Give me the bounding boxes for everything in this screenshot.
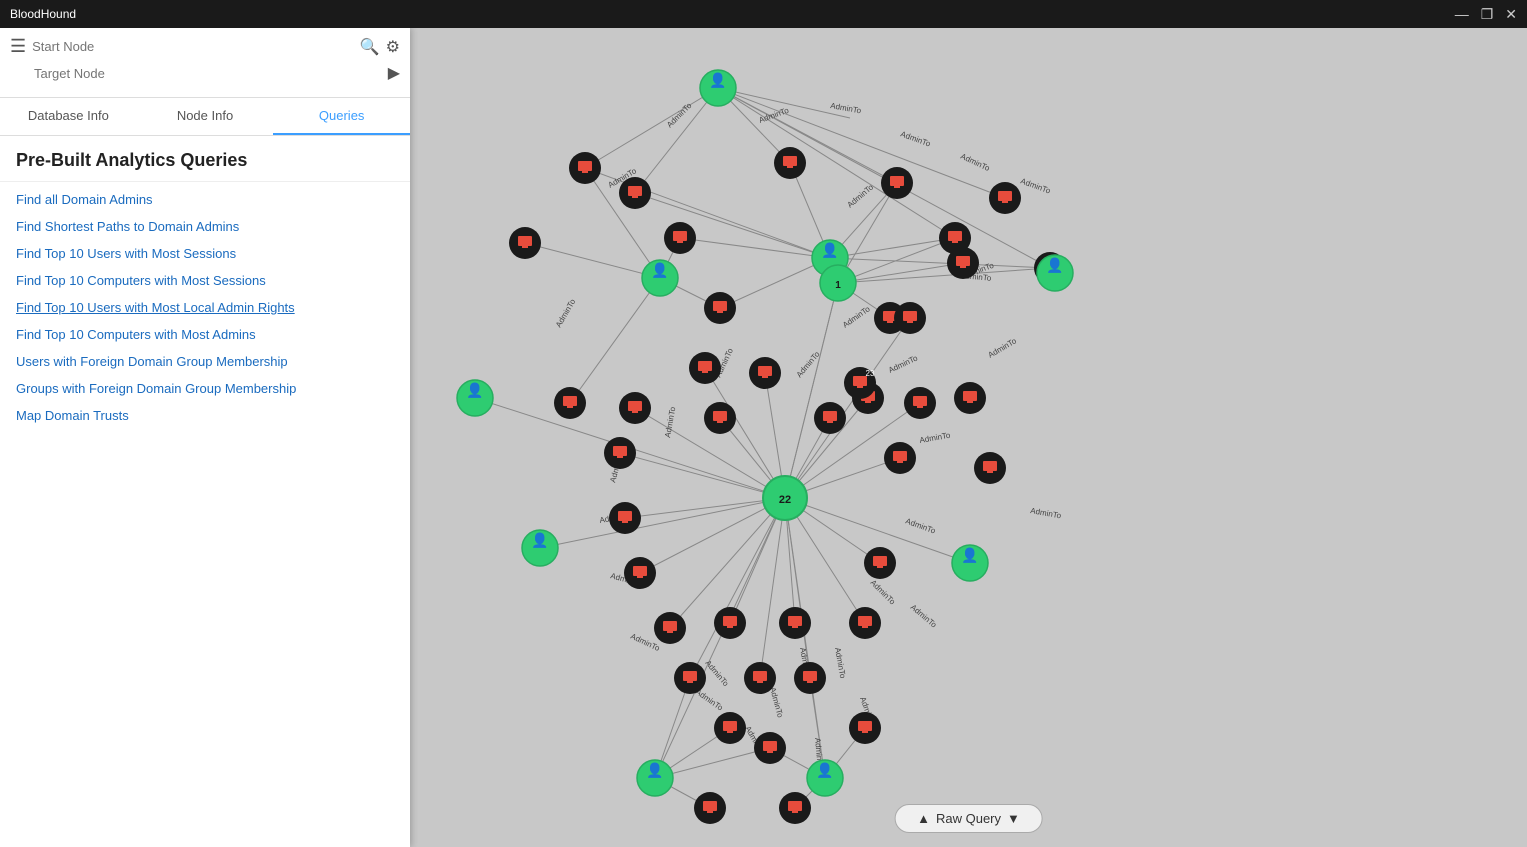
query-item-3[interactable]: Find Top 10 Users with Most Sessions bbox=[0, 240, 410, 267]
target-node-input[interactable] bbox=[34, 66, 382, 81]
query-item-7[interactable]: Users with Foreign Domain Group Membersh… bbox=[0, 348, 410, 375]
graph-area[interactable]: AdminTo AdminTo AdminTo AdminTo AdminTo … bbox=[410, 28, 1527, 847]
computer-node-14 bbox=[554, 387, 586, 419]
computer-node-23 bbox=[904, 387, 936, 419]
computer-node-5 bbox=[881, 167, 913, 199]
titlebar: BloodHound — ❐ ✕ bbox=[0, 0, 1527, 28]
user-node-labeled-22: 22 bbox=[763, 476, 807, 520]
computer-node-2 bbox=[619, 177, 651, 209]
svg-text:👤: 👤 bbox=[1046, 257, 1063, 274]
user-node-labeled-1: 1 bbox=[820, 265, 856, 301]
computer-node-27 bbox=[624, 557, 656, 589]
query-item-5[interactable]: Find Top 10 Users with Most Local Admin … bbox=[0, 294, 410, 321]
svg-text:22: 22 bbox=[779, 494, 791, 506]
left-panel: ☰ 🔍 ⚙ ▶ Database Info Node Info Queries … bbox=[0, 28, 410, 847]
tab-queries[interactable]: Queries bbox=[273, 98, 410, 135]
svg-text:👤: 👤 bbox=[646, 762, 663, 779]
user-node-left-edge: 👤 bbox=[457, 380, 493, 416]
tab-database[interactable]: Database Info bbox=[0, 98, 137, 135]
computer-node-30 bbox=[714, 607, 746, 639]
user-node-right: 👤 bbox=[952, 545, 988, 581]
computer-node-18 bbox=[689, 352, 721, 384]
user-node-bottom-green-left: 👤 bbox=[637, 760, 673, 796]
graph-svg: AdminTo AdminTo AdminTo AdminTo AdminTo … bbox=[410, 28, 1527, 847]
computer-node-35 bbox=[864, 547, 896, 579]
svg-text:1: 1 bbox=[835, 280, 841, 291]
computer-node-19 bbox=[704, 402, 736, 434]
queries-list: Find all Domain Admins Find Shortest Pat… bbox=[0, 182, 410, 433]
search-icon[interactable]: 🔍 bbox=[360, 37, 380, 57]
computer-node-32 bbox=[779, 607, 811, 639]
computer-node-33 bbox=[794, 662, 826, 694]
computer-node-16 bbox=[609, 502, 641, 534]
computer-node-40 bbox=[849, 712, 881, 744]
query-item-4[interactable]: Find Top 10 Computers with Most Sessions bbox=[0, 267, 410, 294]
computer-node-9 bbox=[509, 227, 541, 259]
maximize-button[interactable]: ❐ bbox=[1481, 6, 1494, 23]
query-item-6[interactable]: Find Top 10 Computers with Most Admins bbox=[0, 321, 410, 348]
svg-text:👤: 👤 bbox=[466, 382, 483, 399]
computer-node-26 bbox=[974, 452, 1006, 484]
computer-node-25 bbox=[954, 382, 986, 414]
computer-node-22 bbox=[884, 442, 916, 474]
computer-node-17 bbox=[619, 392, 651, 424]
play-icon[interactable]: ▶ bbox=[388, 63, 400, 83]
svg-text:👤: 👤 bbox=[531, 532, 548, 549]
query-item-2[interactable]: Find Shortest Paths to Domain Admins bbox=[0, 213, 410, 240]
queries-list-container[interactable]: Find all Domain Admins Find Shortest Pat… bbox=[0, 182, 410, 847]
query-item-9[interactable]: Map Domain Trusts bbox=[0, 402, 410, 429]
start-node-input[interactable] bbox=[32, 39, 354, 54]
svg-text:👤: 👤 bbox=[816, 762, 833, 779]
computer-node-11 bbox=[749, 357, 781, 389]
minimize-button[interactable]: — bbox=[1455, 6, 1469, 23]
user-node-mid-left: 👤 bbox=[642, 260, 678, 296]
user-node-far-right: 👤 bbox=[1037, 255, 1073, 291]
hamburger-icon[interactable]: ☰ bbox=[10, 36, 26, 57]
computer-node-20 bbox=[814, 402, 846, 434]
svg-text:👤: 👤 bbox=[961, 547, 978, 564]
raw-query-down-icon: ▼ bbox=[1007, 811, 1020, 826]
computer-node-29 bbox=[674, 662, 706, 694]
raw-query-label: Raw Query bbox=[936, 811, 1001, 826]
computer-node-10 bbox=[704, 292, 736, 324]
target-node-row: ▶ bbox=[10, 63, 400, 83]
node-23-labeled: 23 bbox=[844, 367, 876, 399]
computer-node-37 bbox=[754, 732, 786, 764]
computer-node-38 bbox=[694, 792, 726, 824]
queries-section: Pre-Built Analytics Queries Find all Dom… bbox=[0, 136, 410, 847]
computer-node-15 bbox=[604, 437, 636, 469]
settings-icon[interactable]: ⚙ bbox=[386, 37, 400, 57]
tab-node[interactable]: Node Info bbox=[137, 98, 274, 135]
search-area: ☰ 🔍 ⚙ ▶ bbox=[0, 28, 410, 98]
start-node-row: ☰ 🔍 ⚙ bbox=[10, 36, 400, 57]
computer-node-13 bbox=[947, 247, 979, 279]
computer-node-1 bbox=[569, 152, 601, 184]
queries-header: Pre-Built Analytics Queries bbox=[0, 136, 410, 182]
computer-node-39 bbox=[779, 792, 811, 824]
query-item-8[interactable]: Groups with Foreign Domain Group Members… bbox=[0, 375, 410, 402]
computer-node-36 bbox=[714, 712, 746, 744]
computer-node-34 bbox=[849, 607, 881, 639]
svg-text:👤: 👤 bbox=[651, 262, 668, 279]
computer-node-28 bbox=[654, 612, 686, 644]
user-node-bottom-green-right: 👤 bbox=[807, 760, 843, 796]
user-node-top: 👤 bbox=[700, 70, 736, 106]
query-item-1[interactable]: Find all Domain Admins bbox=[0, 186, 410, 213]
svg-text:23: 23 bbox=[866, 369, 875, 378]
computer-node-31 bbox=[744, 662, 776, 694]
window-controls: — ❐ ✕ bbox=[1455, 6, 1517, 23]
close-button[interactable]: ✕ bbox=[1505, 6, 1517, 23]
raw-query-up-icon: ▲ bbox=[917, 811, 930, 826]
computer-node-4 bbox=[774, 147, 806, 179]
computer-node-7 bbox=[989, 182, 1021, 214]
raw-query-button[interactable]: ▲ Raw Query ▼ bbox=[894, 804, 1043, 833]
app-title: BloodHound bbox=[10, 7, 76, 21]
tab-bar: Database Info Node Info Queries bbox=[0, 98, 410, 136]
user-node-bottom-left: 👤 bbox=[522, 530, 558, 566]
svg-text:👤: 👤 bbox=[709, 72, 726, 89]
svg-text:👤: 👤 bbox=[821, 242, 838, 259]
computer-node-24 bbox=[894, 302, 926, 334]
computer-node-3 bbox=[664, 222, 696, 254]
